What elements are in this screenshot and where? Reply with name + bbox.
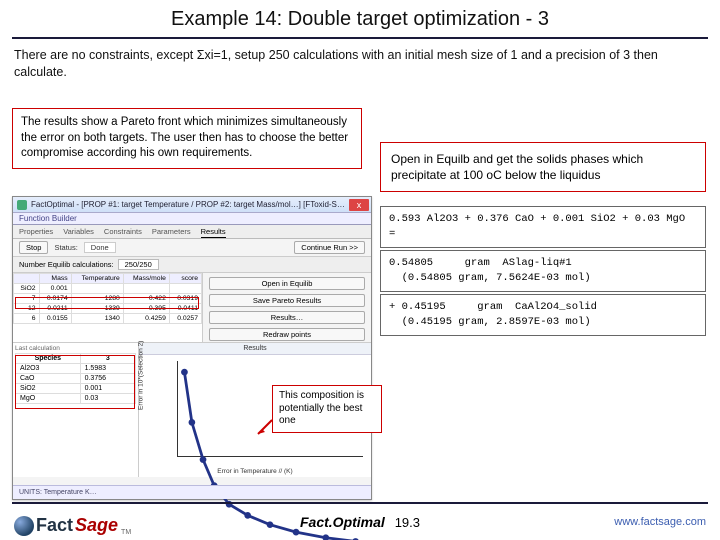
window-titlebar[interactable]: FactOptimal - [PROP #1: target Temperatu…: [13, 197, 371, 213]
callout-results-explain: The results show a Pareto front which mi…: [12, 108, 362, 169]
run-toolbar: Stop Status: Done Continue Run >>: [13, 239, 371, 257]
tab-constraints[interactable]: Constraints: [104, 227, 142, 238]
logo-tm: TM: [121, 529, 131, 536]
title-rule: [12, 37, 708, 39]
save-pareto-button[interactable]: Save Pareto Results: [209, 294, 365, 307]
intro-text: There are no constraints, except Σxi=1, …: [0, 47, 720, 89]
footer-rule: [12, 502, 708, 504]
equilib-result-3: + 0.45195 gram CaAl2O4_solid (0.45195 gr…: [380, 294, 706, 336]
chart-xlabel: Error in Temperature // (K): [139, 468, 371, 475]
footer-slide-num: 19.3: [395, 515, 420, 530]
chart-ylabel: Error in 10*(Selection 2): [138, 341, 145, 410]
callout-open-equilib: Open in Equilb and get the solids phases…: [380, 142, 706, 192]
factoptimal-window: FactOptimal - [PROP #1: target Temperatu…: [12, 196, 372, 500]
status-value: Done: [84, 242, 116, 253]
status-label: Status:: [54, 243, 77, 252]
species-highlight: [15, 355, 135, 409]
slide-title: Example 14: Double target optimization -…: [0, 0, 720, 37]
tab-variables[interactable]: Variables: [63, 227, 94, 238]
stop-button[interactable]: Stop: [19, 241, 48, 254]
results-table[interactable]: Mass Temperature Mass/mole score SiO2 0.…: [13, 273, 203, 342]
window-title: FactOptimal - [PROP #1: target Temperatu…: [31, 200, 345, 209]
last-calc-label: Last calculation: [15, 345, 136, 352]
function-builder-bar: Function Builder: [13, 213, 371, 225]
footer-center: Fact.Optimal 19.3: [0, 514, 720, 530]
results-side-buttons: Open in Equilib Save Pareto Results Resu…: [203, 273, 371, 342]
window-statusbar: UNITS: Temperature K…: [13, 485, 371, 499]
equilib-result-1: 0.593 Al2O3 + 0.376 CaO + 0.001 SiO2 + 0…: [380, 206, 706, 248]
footer-app-name: Fact.Optimal: [300, 514, 385, 530]
species-panel[interactable]: Last calculation Species 3 Al2O31.5983 C…: [13, 343, 139, 477]
calc-count-label: Number Equilib calculations:: [19, 260, 114, 269]
app-icon: [17, 200, 27, 210]
col-mass: Mass: [39, 274, 71, 284]
calc-count-row: Number Equilib calculations: 250/250: [13, 257, 371, 273]
col-blank: [14, 274, 40, 284]
tab-properties[interactable]: Properties: [19, 227, 53, 238]
tab-results[interactable]: Results: [201, 227, 226, 238]
annotation-best-composition: This composition is potentially the best…: [272, 385, 382, 433]
tab-strip: Properties Variables Constraints Paramet…: [13, 225, 371, 239]
results-button[interactable]: Results…: [209, 311, 365, 324]
selection-highlight: [15, 297, 199, 309]
calc-count-value: 250/250: [118, 259, 159, 270]
open-equilib-button[interactable]: Open in Equilib: [209, 277, 365, 290]
continue-run-button[interactable]: Continue Run >>: [294, 241, 365, 254]
footer-url: www.factsage.com: [614, 516, 706, 528]
chart-title: Results: [139, 343, 371, 355]
col-score: score: [169, 274, 201, 284]
tab-parameters[interactable]: Parameters: [152, 227, 191, 238]
col-massmole: Mass/mole: [123, 274, 169, 284]
annotation-arrow-icon: [254, 418, 274, 438]
close-icon[interactable]: x: [349, 199, 369, 211]
table-row[interactable]: 6 0.0155 1340 0.4259 0.0257: [14, 314, 202, 324]
col-temperature: Temperature: [71, 274, 123, 284]
table-row[interactable]: SiO2 0.001: [14, 284, 202, 294]
equilib-result-2: 0.54805 gram ASlag-liq#1 (0.54805 gram, …: [380, 250, 706, 292]
redraw-points-button[interactable]: Redraw points: [209, 328, 365, 341]
